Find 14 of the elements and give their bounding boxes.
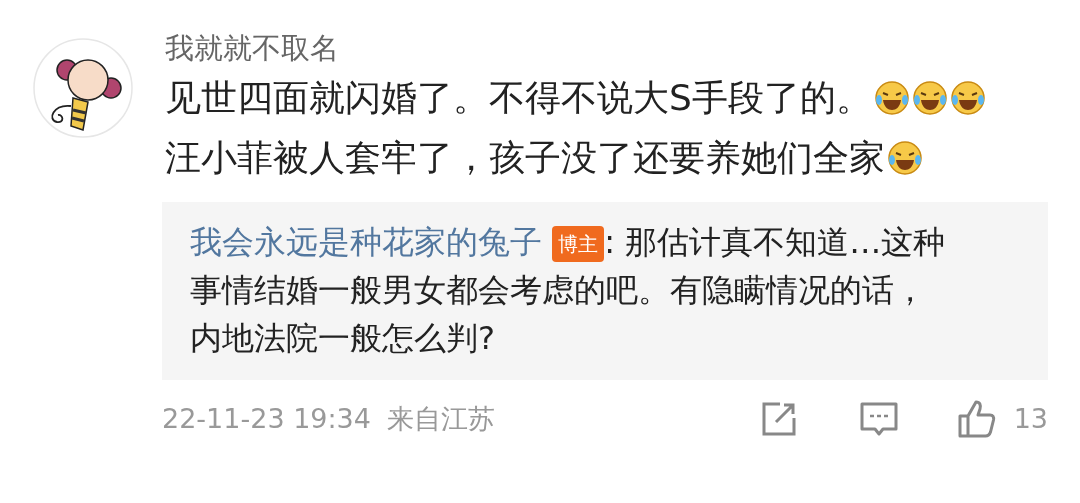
comment-text: 汪小菲被人套牢了，孩子没了还要养她们全家 [165, 136, 885, 180]
laughing-crying-emoji-icon [873, 80, 910, 116]
laughing-crying-emoji-icon [949, 80, 986, 116]
comment-text: 见世四面就闪婚了。不得不说大S手段了的。 [165, 76, 872, 120]
avatar[interactable] [33, 38, 133, 138]
author-badge: 博主 [552, 226, 605, 262]
location: 来自江苏 [386, 401, 495, 436]
laughing-crying-emoji-icon [911, 80, 948, 116]
timestamp: 22-11-23 19:34 [162, 401, 371, 436]
laughing-crying-emoji-icon [887, 140, 923, 176]
username[interactable]: 我就就不取名 [165, 28, 1055, 68]
like-count: 13 [1013, 401, 1048, 436]
reply-username[interactable]: 我会永远是种花家的兔子 [190, 223, 542, 261]
reply-text: 我会永远是种花家的兔子 博主 : 那估计真不知道…这种事情结婚一般男女都会考虑的吧。有隐瞒情况的话，内地法院一般怎么判? [190, 222, 947, 359]
